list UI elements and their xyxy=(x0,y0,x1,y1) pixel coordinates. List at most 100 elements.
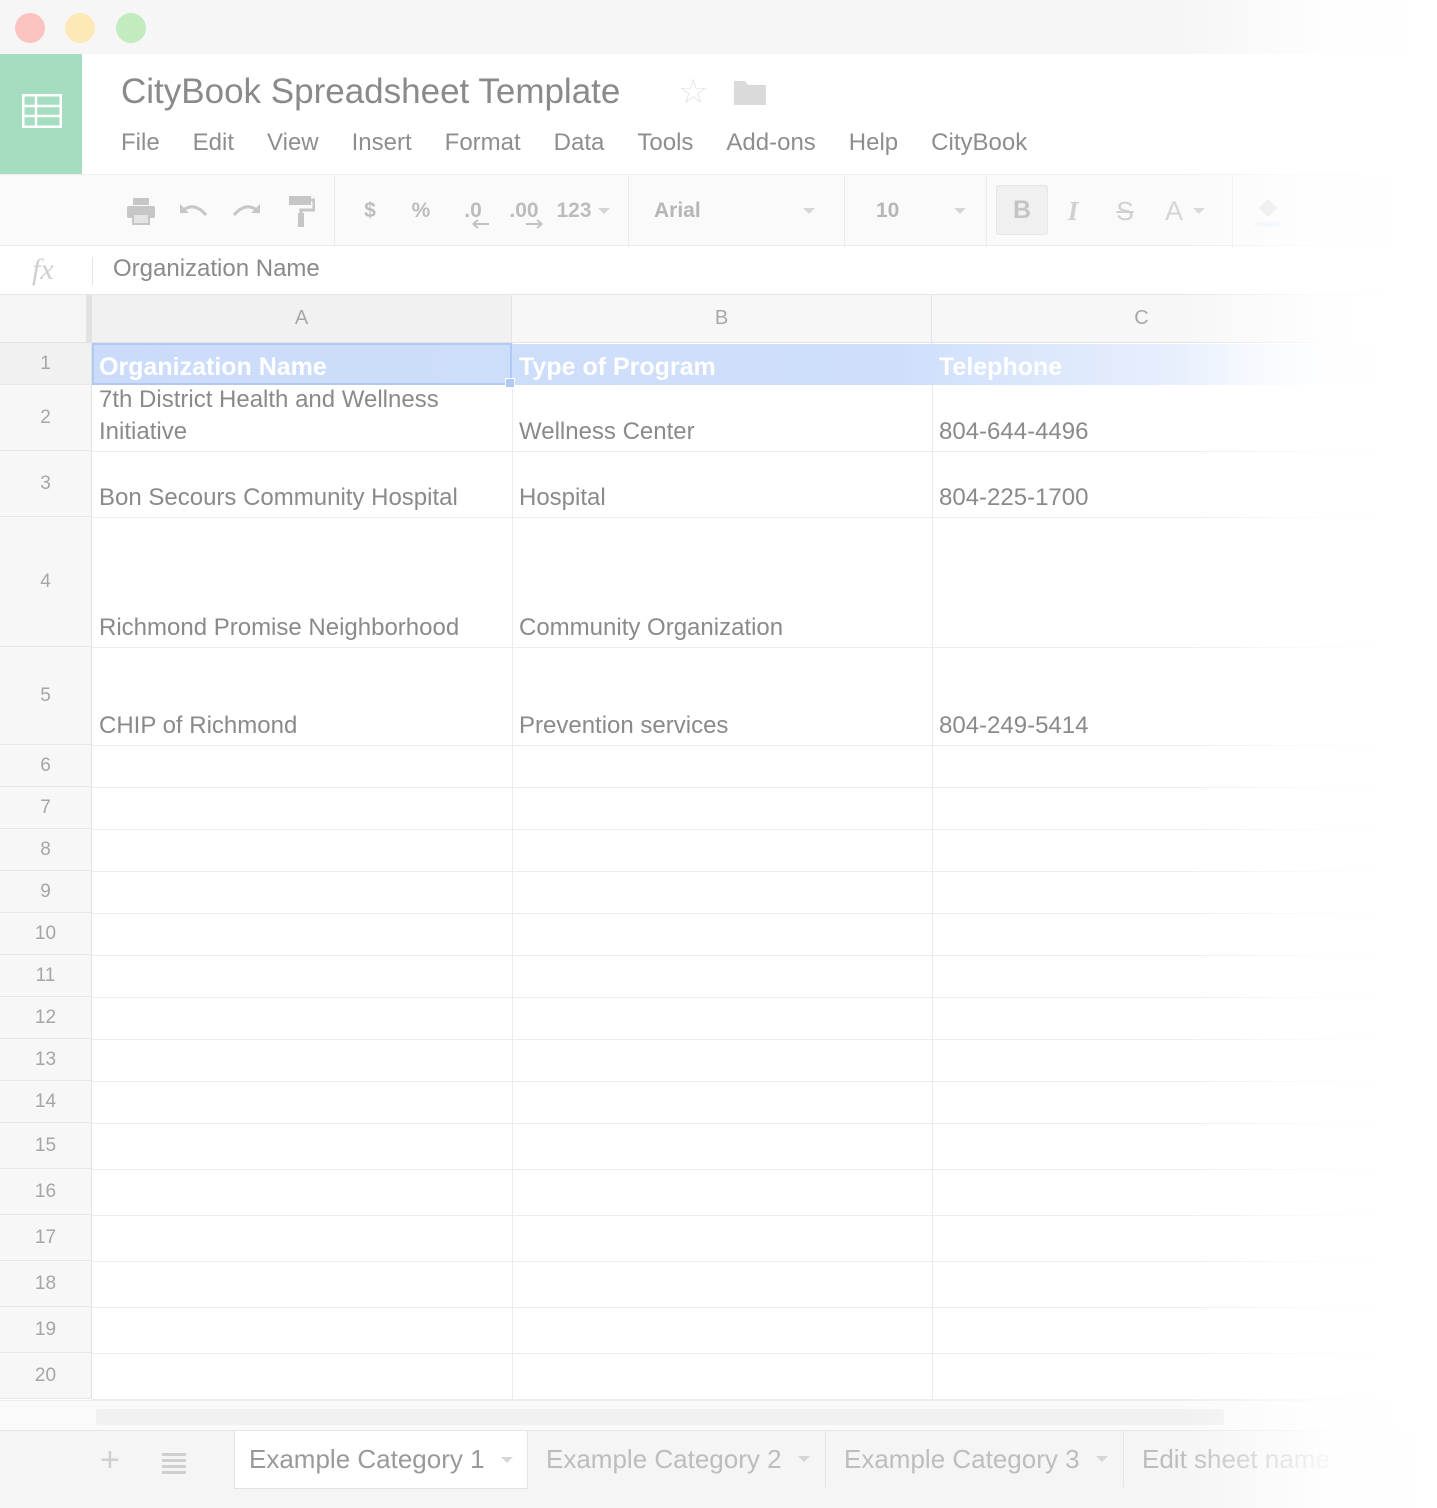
menu-help[interactable]: Help xyxy=(849,127,898,161)
cell-a4[interactable]: Richmond Promise Neighborhood xyxy=(92,517,512,647)
cell-b3[interactable]: Hospital xyxy=(512,451,932,517)
select-all-corner[interactable] xyxy=(0,295,92,343)
row-header[interactable]: 12 xyxy=(0,997,92,1039)
row-header[interactable]: 11 xyxy=(0,955,92,997)
currency-format-button[interactable]: $ xyxy=(355,175,385,247)
menu-insert[interactable]: Insert xyxy=(352,127,412,161)
formula-bar: fx Organization Name xyxy=(0,247,1437,295)
row-header[interactable]: 20 xyxy=(0,1353,92,1399)
redo-icon[interactable] xyxy=(226,175,266,247)
row-header[interactable]: 9 xyxy=(0,871,92,913)
cell-c4[interactable] xyxy=(932,517,1352,647)
row-header[interactable]: 7 xyxy=(0,787,92,829)
sheet-tab-label: Example Category 1 xyxy=(249,1444,485,1474)
print-icon[interactable] xyxy=(122,175,160,247)
row-header[interactable]: 14 xyxy=(0,1081,92,1123)
row-header[interactable]: 2 xyxy=(0,385,92,451)
cell-c3[interactable]: 804-225-1700 xyxy=(932,451,1352,517)
row-header[interactable]: 6 xyxy=(0,745,92,787)
cell-a3[interactable]: Bon Secours Community Hospital xyxy=(92,451,512,517)
sheet-tab-bar: + Example Category 1 Example Category 2 … xyxy=(0,1430,1437,1508)
arrow-left-icon xyxy=(472,219,489,229)
cell-a2[interactable]: 7th District Health and Wellness Initiat… xyxy=(92,385,512,451)
sheet-tab-3[interactable]: Example Category 3 xyxy=(830,1431,1124,1487)
chevron-down-icon xyxy=(500,1456,513,1463)
sheet-tab-label: Example Category 3 xyxy=(844,1443,1080,1474)
arrow-right-icon xyxy=(526,219,543,229)
menu-data[interactable]: Data xyxy=(554,127,605,161)
row-header[interactable]: 17 xyxy=(0,1215,92,1261)
chevron-down-icon xyxy=(803,208,815,214)
fill-color-icon[interactable] xyxy=(1248,175,1288,247)
sheet-tab-2[interactable]: Example Category 2 xyxy=(532,1431,826,1487)
menu-file[interactable]: File xyxy=(121,127,160,161)
row-header[interactable]: 4 xyxy=(0,517,92,647)
add-sheet-icon[interactable]: + xyxy=(100,1441,120,1480)
chevron-down-icon xyxy=(1193,208,1205,214)
maximize-window-button[interactable] xyxy=(116,13,146,43)
increase-decimal-button[interactable]: .00 xyxy=(505,175,543,247)
chevron-down-icon xyxy=(597,208,610,214)
sheets-logo[interactable] xyxy=(0,54,82,174)
row-header[interactable]: 5 xyxy=(0,647,92,745)
cell-b4[interactable]: Community Organization xyxy=(512,517,932,647)
italic-button[interactable]: I xyxy=(1058,175,1088,247)
more-formats-label: 123 xyxy=(556,199,592,222)
paint-format-icon[interactable] xyxy=(280,175,320,247)
menu-format[interactable]: Format xyxy=(445,127,521,161)
row-header[interactable]: 18 xyxy=(0,1261,92,1307)
font-size-value: 10 xyxy=(876,199,900,222)
formula-input[interactable]: Organization Name xyxy=(113,255,320,283)
font-size-dropdown[interactable]: 10 xyxy=(876,175,970,247)
scrollbar-thumb[interactable] xyxy=(96,1409,1224,1425)
font-family-dropdown[interactable]: Arial xyxy=(654,175,819,247)
spreadsheet-grid: A B C 1 2 3 4 5 6 7 8 9 10 11 12 13 14 1… xyxy=(0,295,1437,1400)
column-header-c[interactable]: C xyxy=(932,295,1352,343)
row-header[interactable]: 16 xyxy=(0,1169,92,1215)
toolbar: $ % .0 .00 123 Arial 10 I S A xyxy=(0,174,1437,247)
cell-c2[interactable]: 804-644-4496 xyxy=(932,385,1352,451)
menu-view[interactable]: View xyxy=(267,127,319,161)
row-header[interactable]: 10 xyxy=(0,913,92,955)
spreadsheet-icon xyxy=(22,94,62,128)
row-header[interactable]: 8 xyxy=(0,829,92,871)
folder-icon[interactable] xyxy=(733,78,767,106)
strikethrough-button[interactable]: S xyxy=(1110,175,1140,247)
column-header-a[interactable]: A xyxy=(92,295,512,343)
cell-c1[interactable]: Telephone xyxy=(932,343,1352,385)
chevron-down-icon xyxy=(1095,1456,1108,1462)
cell-a5[interactable]: CHIP of Richmond xyxy=(92,647,512,745)
active-cell-selection xyxy=(92,343,512,385)
row-header[interactable]: 1 xyxy=(0,343,92,385)
cell-b1[interactable]: Type of Program xyxy=(512,343,932,385)
minimize-window-button[interactable] xyxy=(65,13,95,43)
font-family-value: Arial xyxy=(654,199,701,222)
sheet-tab-label: Example Category 2 xyxy=(546,1443,782,1474)
sheet-tab-1[interactable]: Example Category 1 xyxy=(234,1431,528,1489)
row-header[interactable]: 3 xyxy=(0,451,92,517)
bold-button[interactable]: B xyxy=(996,185,1048,235)
cell-b2[interactable]: Wellness Center xyxy=(512,385,932,451)
star-icon[interactable]: ☆ xyxy=(678,75,708,109)
all-sheets-icon[interactable] xyxy=(160,1451,188,1475)
undo-icon[interactable] xyxy=(174,175,214,247)
more-formats-button[interactable]: 123 xyxy=(553,175,613,247)
menu-edit[interactable]: Edit xyxy=(193,127,234,161)
row-header[interactable]: 19 xyxy=(0,1307,92,1353)
menu-addons[interactable]: Add-ons xyxy=(726,127,815,161)
cell-b5[interactable]: Prevention services xyxy=(512,647,932,745)
column-header-b[interactable]: B xyxy=(512,295,932,343)
menu-citybook[interactable]: CityBook xyxy=(931,127,1027,161)
decrease-decimal-button[interactable]: .0 xyxy=(455,175,491,247)
document-title[interactable]: CityBook Spreadsheet Template xyxy=(121,72,620,112)
sheet-tab-4[interactable]: Edit sheet name xyxy=(1128,1431,1437,1487)
close-window-button[interactable] xyxy=(15,13,45,43)
row-header[interactable]: 15 xyxy=(0,1123,92,1169)
menu-tools[interactable]: Tools xyxy=(637,127,693,161)
cell-c5[interactable]: 804-249-5414 xyxy=(932,647,1352,745)
text-color-label: A xyxy=(1164,195,1183,226)
text-color-button[interactable]: A xyxy=(1160,175,1210,247)
row-header[interactable]: 13 xyxy=(0,1039,92,1081)
horizontal-scrollbar[interactable] xyxy=(0,1400,1437,1430)
percent-format-button[interactable]: % xyxy=(406,175,436,247)
